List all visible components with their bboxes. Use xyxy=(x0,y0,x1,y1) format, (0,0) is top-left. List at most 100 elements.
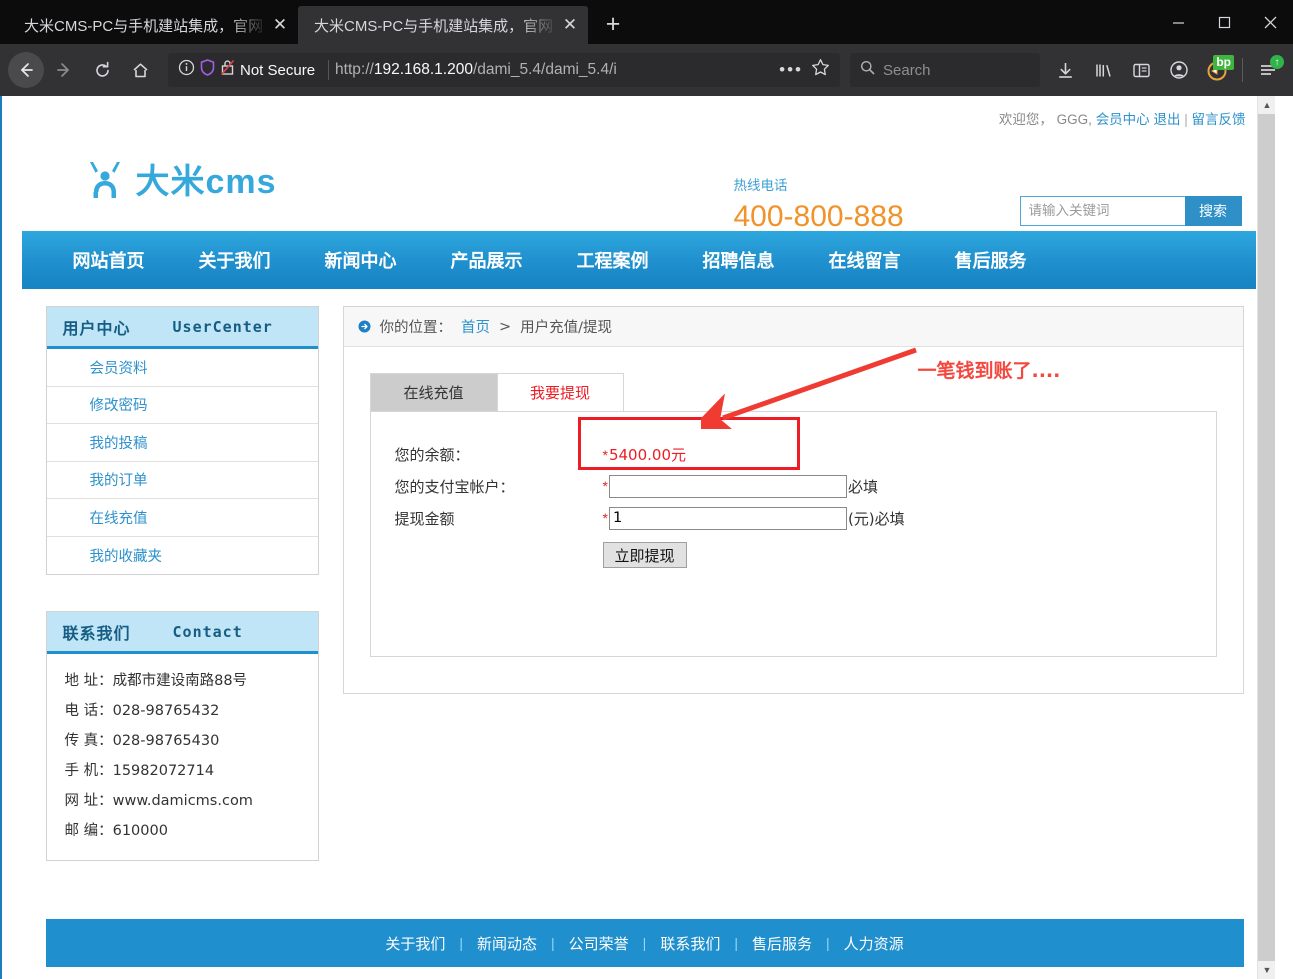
broken-lock-icon[interactable] xyxy=(220,59,235,81)
breadcrumb-home-link[interactable]: 首页 xyxy=(461,316,490,337)
footer-link-news[interactable]: 新闻动态 xyxy=(463,933,551,954)
withdraw-amount-input[interactable] xyxy=(608,506,847,530)
contact-key: 邮 编： xyxy=(64,823,113,839)
tab-title: 大米CMS-PC与手机建站集成，官网 xyxy=(24,17,264,35)
browser-tab-2[interactable]: 大米CMS-PC与手机建站集成，官网 ✕ xyxy=(298,6,588,44)
sidebar-item-label[interactable]: 在线充值 xyxy=(90,507,148,528)
url-text[interactable]: http://192.168.1.200/dami_5.4/dami_5.4/i xyxy=(335,61,771,79)
maximize-icon[interactable] xyxy=(1201,0,1247,44)
footer-link-service[interactable]: 售后服务 xyxy=(738,933,826,954)
nav-item-service[interactable]: 售后服务 xyxy=(928,247,1054,273)
footer-link-hr[interactable]: 人力资源 xyxy=(830,933,918,954)
footer-navigation: 关于我们 | 新闻动态 | 公司荣誉 | 联系我们 | 售后服务 | 人力资源 xyxy=(45,919,1244,967)
browser-search-bar[interactable]: Search xyxy=(850,53,1040,87)
annotation-text: 一笔钱到账了.... xyxy=(917,360,1061,382)
withdraw-submit-button[interactable]: 立即提现 xyxy=(602,542,687,568)
sidebar-item-profile[interactable]: 会员资料 xyxy=(46,349,318,387)
page-scrollbar[interactable]: ▲ ▼ xyxy=(1257,96,1275,979)
site-identity[interactable]: Not Secure xyxy=(174,59,322,81)
library-icon[interactable] xyxy=(1086,53,1120,87)
bp-badge-label: bp xyxy=(1213,55,1234,71)
site-logo[interactable]: 大米cms xyxy=(22,154,277,203)
member-center-link[interactable]: 会员中心 xyxy=(1096,112,1150,127)
sidebar-icon[interactable] xyxy=(1124,53,1158,87)
sidebar-item-label[interactable]: 我的投稿 xyxy=(90,432,148,453)
balance-value: 5400.00元 xyxy=(608,445,686,464)
usercenter-title-en: UserCenter xyxy=(172,317,273,336)
breadcrumb-separator: > xyxy=(499,318,512,335)
close-icon[interactable]: ✕ xyxy=(558,13,582,37)
footer-copyright: 公司地址：成都建设路241号 联系电话：029-00000000 电子邮件：ad… xyxy=(22,967,1256,979)
breadcrumb-arrow-icon xyxy=(358,320,371,333)
reload-icon[interactable] xyxy=(84,52,120,88)
close-window-icon[interactable] xyxy=(1247,0,1293,44)
welcome-bar: 欢迎您， GGG, 会员中心 退出 | 留言反馈 xyxy=(22,96,1256,127)
browser-toolbar: Not Secure http://192.168.1.200/dami_5.4… xyxy=(0,44,1293,96)
shield-icon[interactable] xyxy=(200,59,215,81)
page-body: 用户中心 UserCenter 会员资料 修改密码 我的投稿 我的订单 在线充值… xyxy=(22,289,1256,897)
feedback-link[interactable]: 留言反馈 xyxy=(1192,112,1246,127)
nav-item-news[interactable]: 新闻中心 xyxy=(298,247,424,273)
sidebar-item-label[interactable]: 我的收藏夹 xyxy=(90,545,163,566)
footer-link-about[interactable]: 关于我们 xyxy=(371,933,459,954)
hamburger-menu-icon[interactable]: ↑ xyxy=(1251,53,1285,87)
download-icon[interactable] xyxy=(1048,53,1082,87)
scroll-up-icon[interactable]: ▲ xyxy=(1258,96,1275,114)
logout-link[interactable]: 退出 xyxy=(1153,112,1180,127)
back-arrow-icon[interactable] xyxy=(8,52,44,88)
contact-row: 网 址：www.damicms.com xyxy=(65,786,318,816)
scroll-down-icon[interactable]: ▼ xyxy=(1258,961,1275,979)
sidebar-item-label[interactable]: 会员资料 xyxy=(90,357,148,378)
minimize-icon[interactable] xyxy=(1155,0,1201,44)
alipay-row: 您的支付宝帐户： * 必填 xyxy=(371,470,1216,502)
nav-item-message[interactable]: 在线留言 xyxy=(802,247,928,273)
contact-value: 028-98765432 xyxy=(112,703,220,719)
browser-tool-icons: bp ↑ xyxy=(1042,53,1285,87)
sidebar-item-label[interactable]: 我的订单 xyxy=(90,469,148,490)
nav-item-home[interactable]: 网站首页 xyxy=(46,247,172,273)
sidebar-item-label[interactable]: 修改密码 xyxy=(90,394,148,415)
nav-item-products[interactable]: 产品展示 xyxy=(424,247,550,273)
info-circle-icon[interactable] xyxy=(178,59,195,81)
sidebar-item-favorites[interactable]: 我的收藏夹 xyxy=(47,537,318,575)
tab-withdraw[interactable]: 我要提现 xyxy=(496,373,624,411)
contact-value: 028-98765430 xyxy=(112,733,220,749)
sidebar-item-orders[interactable]: 我的订单 xyxy=(46,462,318,499)
nav-item-jobs[interactable]: 招聘信息 xyxy=(676,247,802,273)
main-panel: 你的位置： 首页 > 用户充值/提现 在线充值 我要提现 您的余额： *5400… xyxy=(342,306,1244,694)
home-icon[interactable] xyxy=(122,52,158,88)
account-circle-icon[interactable] xyxy=(1162,53,1196,87)
contact-row: 传 真：028-98765430 xyxy=(65,726,318,756)
usercenter-title-cn: 用户中心 xyxy=(62,318,131,338)
star-icon[interactable] xyxy=(811,58,834,82)
url-divider xyxy=(328,60,330,80)
contact-list: 地 址：成都市建设南路88号 电 话：028-98765432 传 真：028-… xyxy=(47,654,318,860)
url-bar[interactable]: Not Secure http://192.168.1.200/dami_5.4… xyxy=(168,53,840,87)
contact-row: 地 址：成都市建设南路88号 xyxy=(65,666,318,696)
footer-link-honor[interactable]: 公司荣誉 xyxy=(555,933,643,954)
sidebar-item-password[interactable]: 修改密码 xyxy=(46,387,318,424)
update-available-badge[interactable]: ↑ xyxy=(1270,55,1284,69)
close-icon[interactable]: ✕ xyxy=(268,13,292,37)
contact-key: 地 址： xyxy=(64,673,113,689)
nav-item-about[interactable]: 关于我们 xyxy=(172,247,298,273)
breadcrumb: 你的位置： 首页 > 用户充值/提现 xyxy=(343,307,1243,347)
new-tab-button[interactable]: + xyxy=(596,7,630,41)
forward-arrow-icon[interactable] xyxy=(46,52,82,88)
footer-link-contact[interactable]: 联系我们 xyxy=(646,933,734,954)
nav-item-cases[interactable]: 工程案例 xyxy=(550,247,676,273)
amount-hint: (元)必填 xyxy=(847,509,905,528)
search-input[interactable] xyxy=(1019,196,1185,226)
site-search: 搜索 xyxy=(1019,196,1242,226)
web-page: 欢迎您， GGG, 会员中心 退出 | 留言反馈 大米cms 热线电话 400-… xyxy=(2,96,1275,979)
ellipsis-icon[interactable]: ••• xyxy=(771,60,811,80)
alipay-account-input[interactable] xyxy=(608,474,847,498)
sidebar-item-recharge[interactable]: 在线充值 xyxy=(46,499,318,537)
sidebar-item-submissions[interactable]: 我的投稿 xyxy=(46,424,318,462)
tab-online-recharge[interactable]: 在线充值 xyxy=(369,373,497,411)
site-logo-text: 大米cms xyxy=(136,154,277,203)
bp-extension-icon[interactable]: bp xyxy=(1200,53,1234,87)
search-button[interactable]: 搜索 xyxy=(1184,196,1242,226)
browser-tab-1[interactable]: 大米CMS-PC与手机建站集成，官网 ✕ xyxy=(8,6,298,44)
withdraw-form: 您的余额： *5400.00元 您的支付宝帐户： * 必填 提现金额 * 1 (… xyxy=(369,347,1217,657)
